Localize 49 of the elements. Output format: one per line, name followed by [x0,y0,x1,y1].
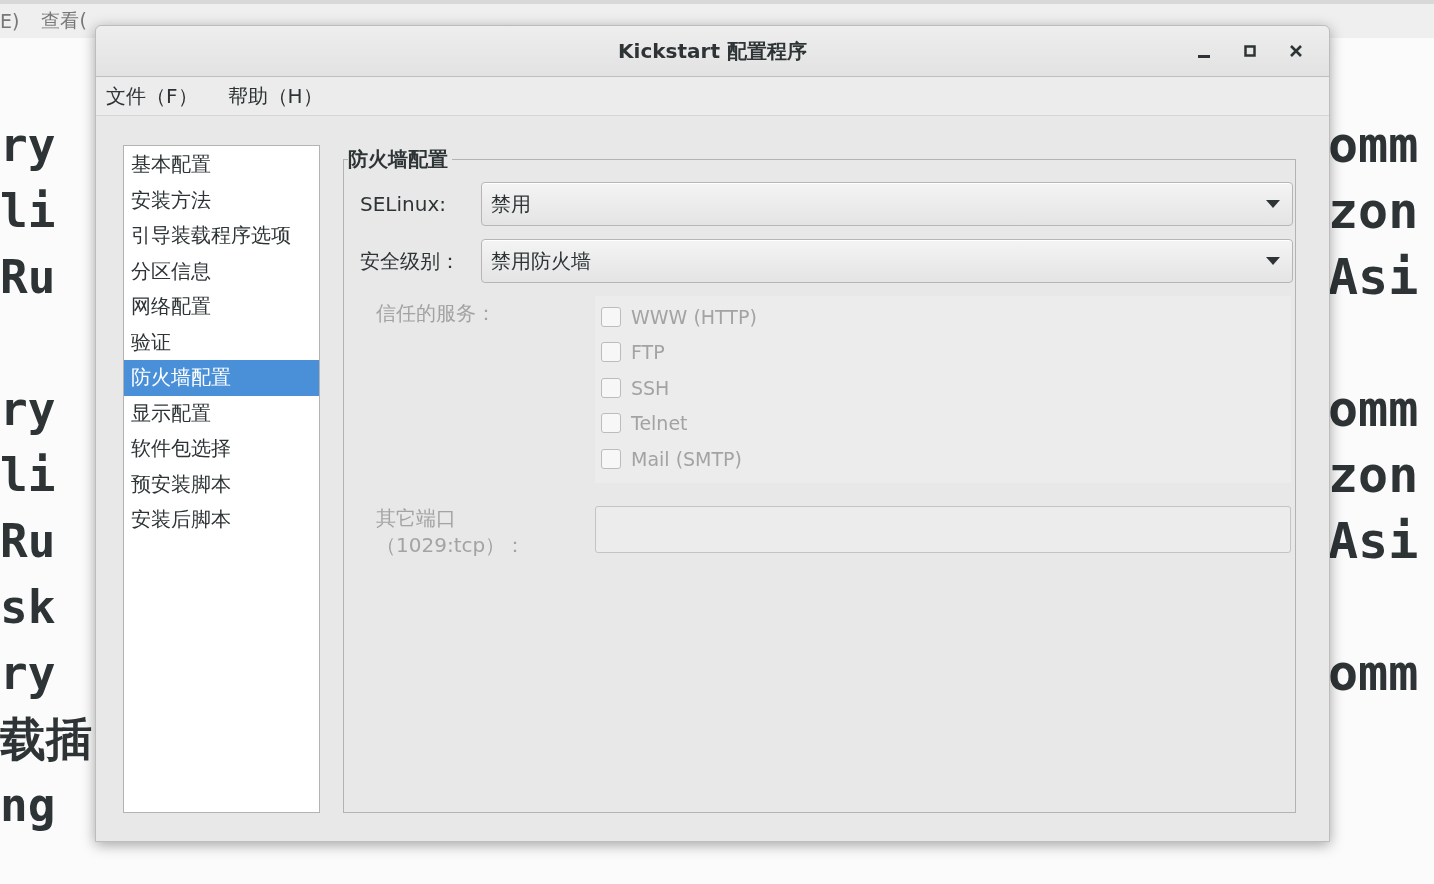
terminal-text: ry [0,118,56,172]
caret-icon [1266,257,1280,265]
caret-icon [1266,200,1280,208]
sidebar-item[interactable]: 基本配置 [124,147,319,183]
sidebar-item[interactable]: 软件包选择 [124,431,319,467]
field-label: SELinux: [360,192,447,216]
checkbox-label: FTP [631,341,665,364]
sidebar-item[interactable]: 验证 [124,324,319,360]
terminal-text: zon [1328,182,1419,240]
sidebar-item[interactable]: 网络配置 [124,289,319,325]
terminal-text: Ru [0,250,56,304]
close-icon [1289,44,1303,58]
terminal-text: Asi [1328,248,1419,306]
dropdown[interactable]: 禁用 [481,182,1293,226]
terminal-text: Asi [1328,512,1419,570]
checkbox-label: WWW (HTTP) [631,305,757,328]
sidebar-item[interactable]: 安装后脚本 [124,502,319,538]
terminal-text: li [0,448,56,502]
checkbox-label: Mail (SMTP) [631,447,742,470]
section-title: 防火墙配置 [348,146,452,172]
dropdown[interactable]: 禁用防火墙 [481,239,1293,283]
sidebar-item[interactable]: 安装方法 [124,182,319,218]
menu-item[interactable]: 文件（F） [106,82,198,110]
field-label: 安全级别： [360,247,461,275]
terminal-text: ng [0,778,56,832]
sidebar-item[interactable]: 引导装载程序选项 [124,218,319,254]
terminal-text: Ru [0,514,56,568]
terminal-text: li [0,184,56,238]
terminal-text: zon [1328,446,1419,504]
terminal-text: ry [0,646,56,700]
checkbox-label: Telnet [631,412,688,435]
field-label: 信任的服务： [375,300,497,327]
sidebar-item[interactable]: 显示配置 [124,395,319,431]
terminal-text: ry [0,382,56,436]
terminal-text: sk [0,580,56,634]
sidebar-item[interactable]: 分区信息 [124,253,319,289]
menu-item[interactable]: E) [0,10,20,32]
field-label: 其它端口（1029:tcp）： [375,504,527,559]
menu-item[interactable]: 查看( [41,8,87,34]
terminal-text: omm [1328,380,1419,438]
window-title: Kickstart 配置程序 [618,37,807,65]
sidebar-item[interactable]: 预安装脚本 [124,466,319,502]
maximize-icon [1243,44,1257,58]
terminal-text: 载插 [0,712,92,766]
terminal-text: omm [1328,116,1419,174]
menu-item[interactable]: 帮助（H） [227,82,323,110]
terminal-text: omm [1328,644,1419,702]
checkbox-label: SSH [631,376,670,399]
minimize-icon [1198,55,1210,58]
